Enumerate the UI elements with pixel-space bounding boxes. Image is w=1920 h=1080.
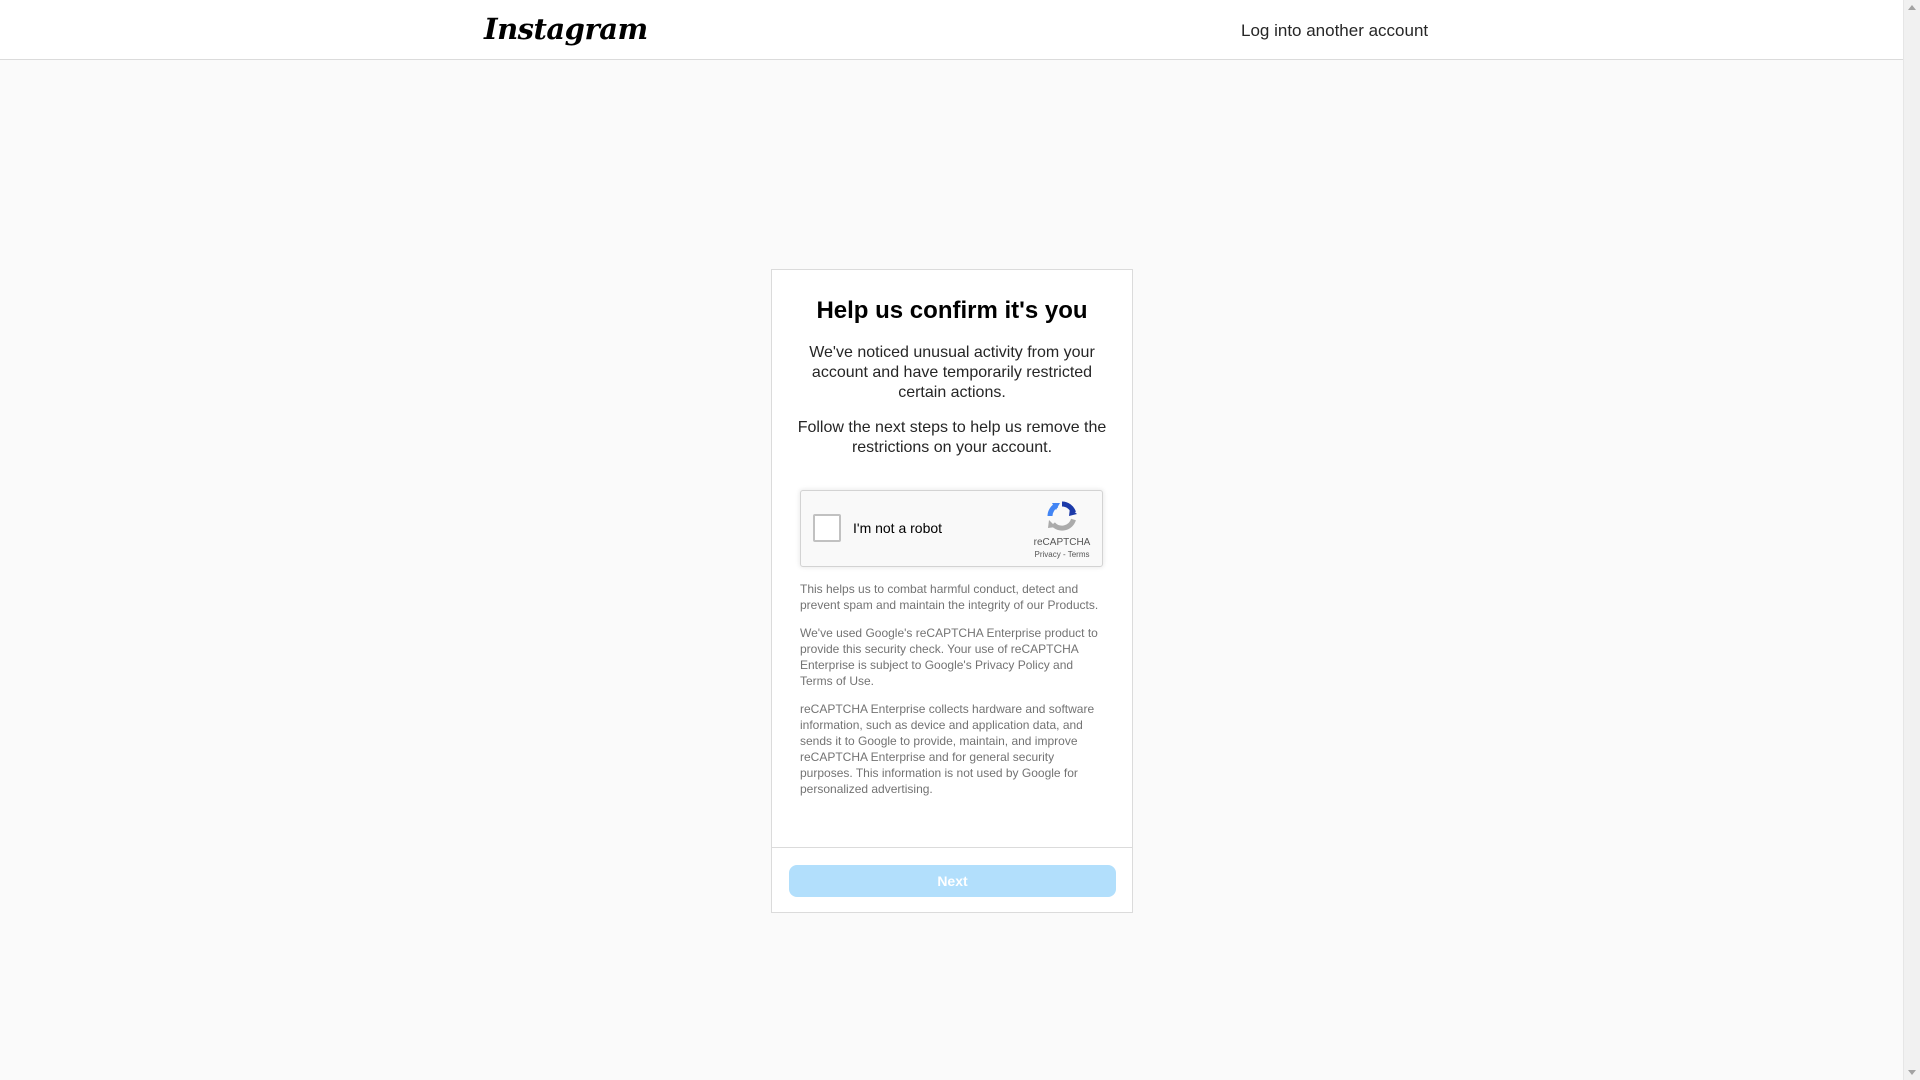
recaptcha-brand: reCAPTCHA [1033, 537, 1091, 548]
scroll-down-arrow-icon[interactable] [1908, 1070, 1916, 1075]
recaptcha-privacy-link[interactable]: Privacy [1035, 550, 1061, 559]
instagram-logo[interactable]: Instagram [484, 12, 648, 46]
top-bar: Instagram Log into another account [0, 0, 1903, 60]
notice-recaptcha-enterprise: We've used Google's reCAPTCHA Enterprise… [800, 626, 1098, 688]
recaptcha-terms-link[interactable]: Terms [1068, 550, 1090, 559]
recaptcha-links: Privacy - Terms [1023, 550, 1101, 559]
recaptcha-logo-icon [1047, 501, 1077, 531]
next-button[interactable]: Next [789, 865, 1116, 897]
scroll-up-arrow-icon[interactable] [1908, 5, 1916, 10]
unusual-activity-text: We've noticed unusual activity from your… [809, 344, 1095, 401]
recaptcha-widget: I'm not a robot reCAPTCHA Privacy - Term… [800, 490, 1103, 567]
not-a-robot-label: I'm not a robot [853, 520, 943, 536]
card-divider [772, 847, 1132, 848]
notice-harmful-conduct: This helps us to combat harmful conduct,… [800, 582, 1099, 612]
confirm-identity-card: Help us confirm it's you We've noticed u… [771, 269, 1133, 913]
recaptcha-link-separator: - [1060, 550, 1068, 559]
not-a-robot-checkbox[interactable] [813, 514, 841, 542]
next-steps-text: Follow the next steps to help us remove … [797, 419, 1107, 456]
log-into-another-account-link[interactable]: Log into another account [1241, 21, 1428, 41]
notice-data-collection: reCAPTCHA Enterprise collects hardware a… [800, 702, 1095, 796]
page: Instagram Log into another account Help … [0, 0, 1903, 1080]
page-title: Help us confirm it's you [816, 297, 1088, 324]
vertical-scrollbar[interactable] [1903, 0, 1920, 1080]
